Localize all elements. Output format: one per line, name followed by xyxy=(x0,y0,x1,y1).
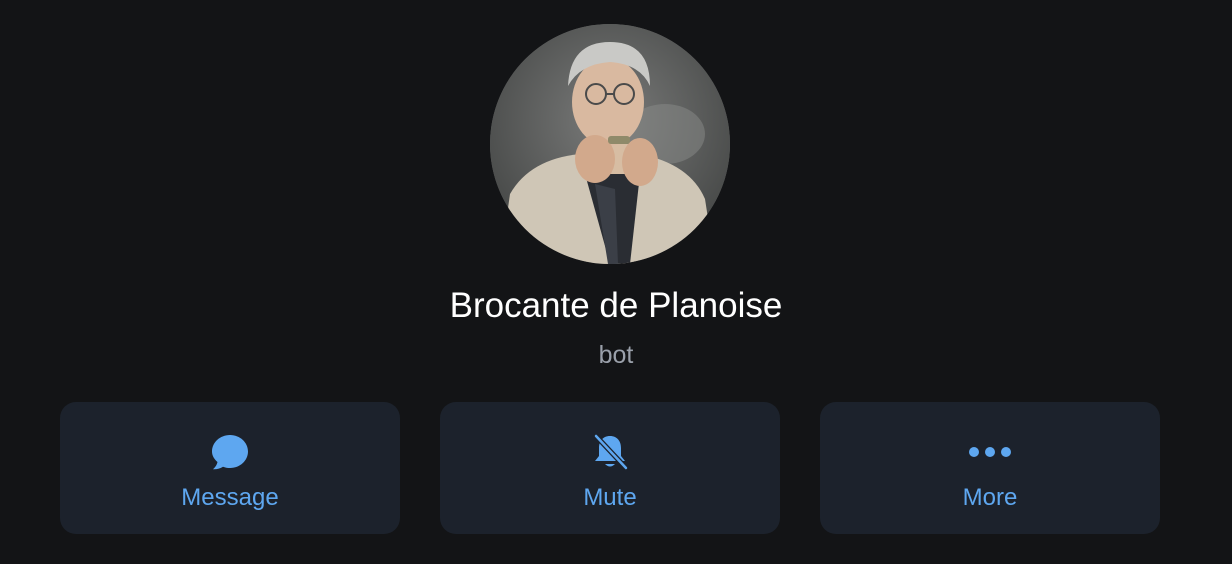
more-button-label: More xyxy=(962,484,1018,511)
message-button[interactable]: Message xyxy=(60,402,400,534)
mute-button[interactable]: Mute xyxy=(440,402,780,534)
action-bar: Message Mute More xyxy=(60,402,1160,534)
more-dots-icon xyxy=(820,430,1160,474)
portrait-avatar-image xyxy=(490,24,730,264)
profile-status: bot xyxy=(598,341,634,369)
mute-button-label: Mute xyxy=(583,484,637,511)
message-button-label: Message xyxy=(181,484,279,511)
chat-bubble-icon xyxy=(60,430,400,474)
profile-name: Brocante de Planoise xyxy=(449,286,783,325)
bell-slash-icon xyxy=(440,430,780,474)
profile-header: Brocante de Planoise bot Message Mute Mo… xyxy=(0,0,1232,564)
avatar[interactable] xyxy=(490,24,730,264)
more-button[interactable]: More xyxy=(820,402,1160,534)
